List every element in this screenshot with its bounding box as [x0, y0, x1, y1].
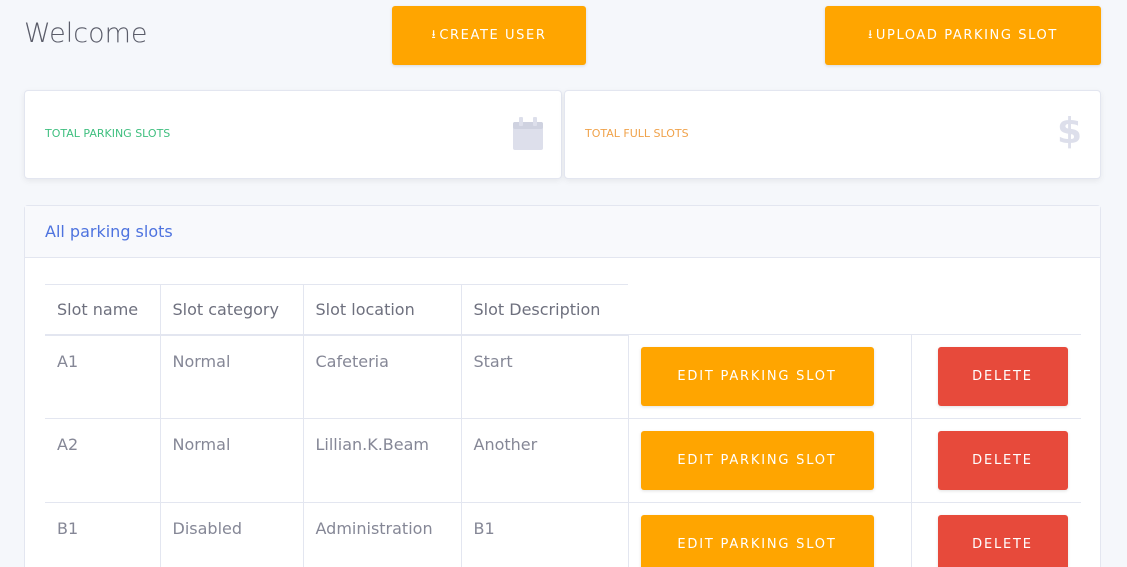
edit-cell: EDIT PARKING SLOT	[627, 334, 911, 419]
download-icon: ⭳	[431, 27, 438, 41]
column-header-slot-description: Slot Description	[460, 284, 628, 336]
slot-name-cell: A1	[45, 334, 160, 419]
slot-category-cell: Normal	[159, 334, 303, 419]
parking-slots-panel: All parking slots Slot name Slot categor…	[24, 205, 1101, 567]
slot-location-cell: Lillian.K.Beam	[302, 418, 461, 503]
total-full-slots-card: TOTAL FULL SLOTS $	[564, 90, 1101, 179]
dollar-icon: $	[1056, 111, 1082, 152]
slot-location-cell: Cafeteria	[302, 334, 461, 419]
column-header-slot-location: Slot location	[302, 284, 461, 336]
slot-location-cell: Administration	[302, 502, 461, 567]
panel-header: All parking slots	[25, 206, 1100, 258]
delete-cell: DELETE	[910, 334, 1081, 419]
table-row: B1 Disabled Administration B1 EDIT PARKI…	[45, 502, 1081, 567]
column-header-slot-category: Slot category	[159, 284, 303, 336]
delete-button[interactable]: DELETE	[937, 515, 1068, 567]
slot-name-cell: B1	[45, 502, 160, 567]
column-header-edit	[628, 284, 911, 335]
edit-cell: EDIT PARKING SLOT	[627, 418, 911, 503]
total-parking-slots-card: TOTAL PARKING SLOTS	[24, 90, 562, 179]
panel-title: All parking slots	[45, 222, 173, 241]
upload-parking-slot-label: UPLOAD PARKING SLOT	[875, 28, 1058, 43]
page-title: Welcome	[24, 18, 148, 49]
table-row: A1 Normal Cafeteria Start EDIT PARKING S…	[45, 334, 1081, 419]
column-header-delete	[911, 284, 1081, 335]
edit-parking-slot-button[interactable]: EDIT PARKING SLOT	[640, 431, 874, 490]
total-full-slots-label: TOTAL FULL SLOTS	[585, 127, 689, 140]
calendar-icon	[513, 117, 543, 154]
table-row: A2 Normal Lillian.K.Beam Another EDIT PA…	[45, 418, 1081, 503]
delete-button[interactable]: DELETE	[937, 431, 1068, 490]
edit-parking-slot-button[interactable]: EDIT PARKING SLOT	[640, 515, 874, 567]
edit-parking-slot-button[interactable]: EDIT PARKING SLOT	[640, 347, 874, 406]
delete-button[interactable]: DELETE	[937, 347, 1068, 406]
download-icon: ⭳	[868, 27, 874, 41]
upload-parking-slot-button[interactable]: ⭳ UPLOAD PARKING SLOT	[825, 6, 1101, 65]
slot-name-cell: A2	[45, 418, 160, 503]
create-user-button[interactable]: ⭳ CREATE USER	[392, 6, 586, 65]
slot-description-cell: B1	[460, 502, 628, 567]
delete-cell: DELETE	[910, 418, 1081, 503]
slot-category-cell: Disabled	[159, 502, 303, 567]
column-header-slot-name: Slot name	[45, 284, 160, 336]
parking-slots-table: Slot name Slot category Slot location Sl…	[45, 284, 1081, 567]
create-user-label: CREATE USER	[439, 28, 547, 43]
slot-category-cell: Normal	[159, 418, 303, 503]
delete-cell: DELETE	[910, 502, 1081, 567]
table-header-row: Slot name Slot category Slot location Sl…	[45, 284, 1081, 336]
total-parking-slots-label: TOTAL PARKING SLOTS	[45, 127, 171, 140]
slot-description-cell: Another	[460, 418, 628, 503]
edit-cell: EDIT PARKING SLOT	[627, 502, 911, 567]
slot-description-cell: Start	[460, 334, 628, 419]
